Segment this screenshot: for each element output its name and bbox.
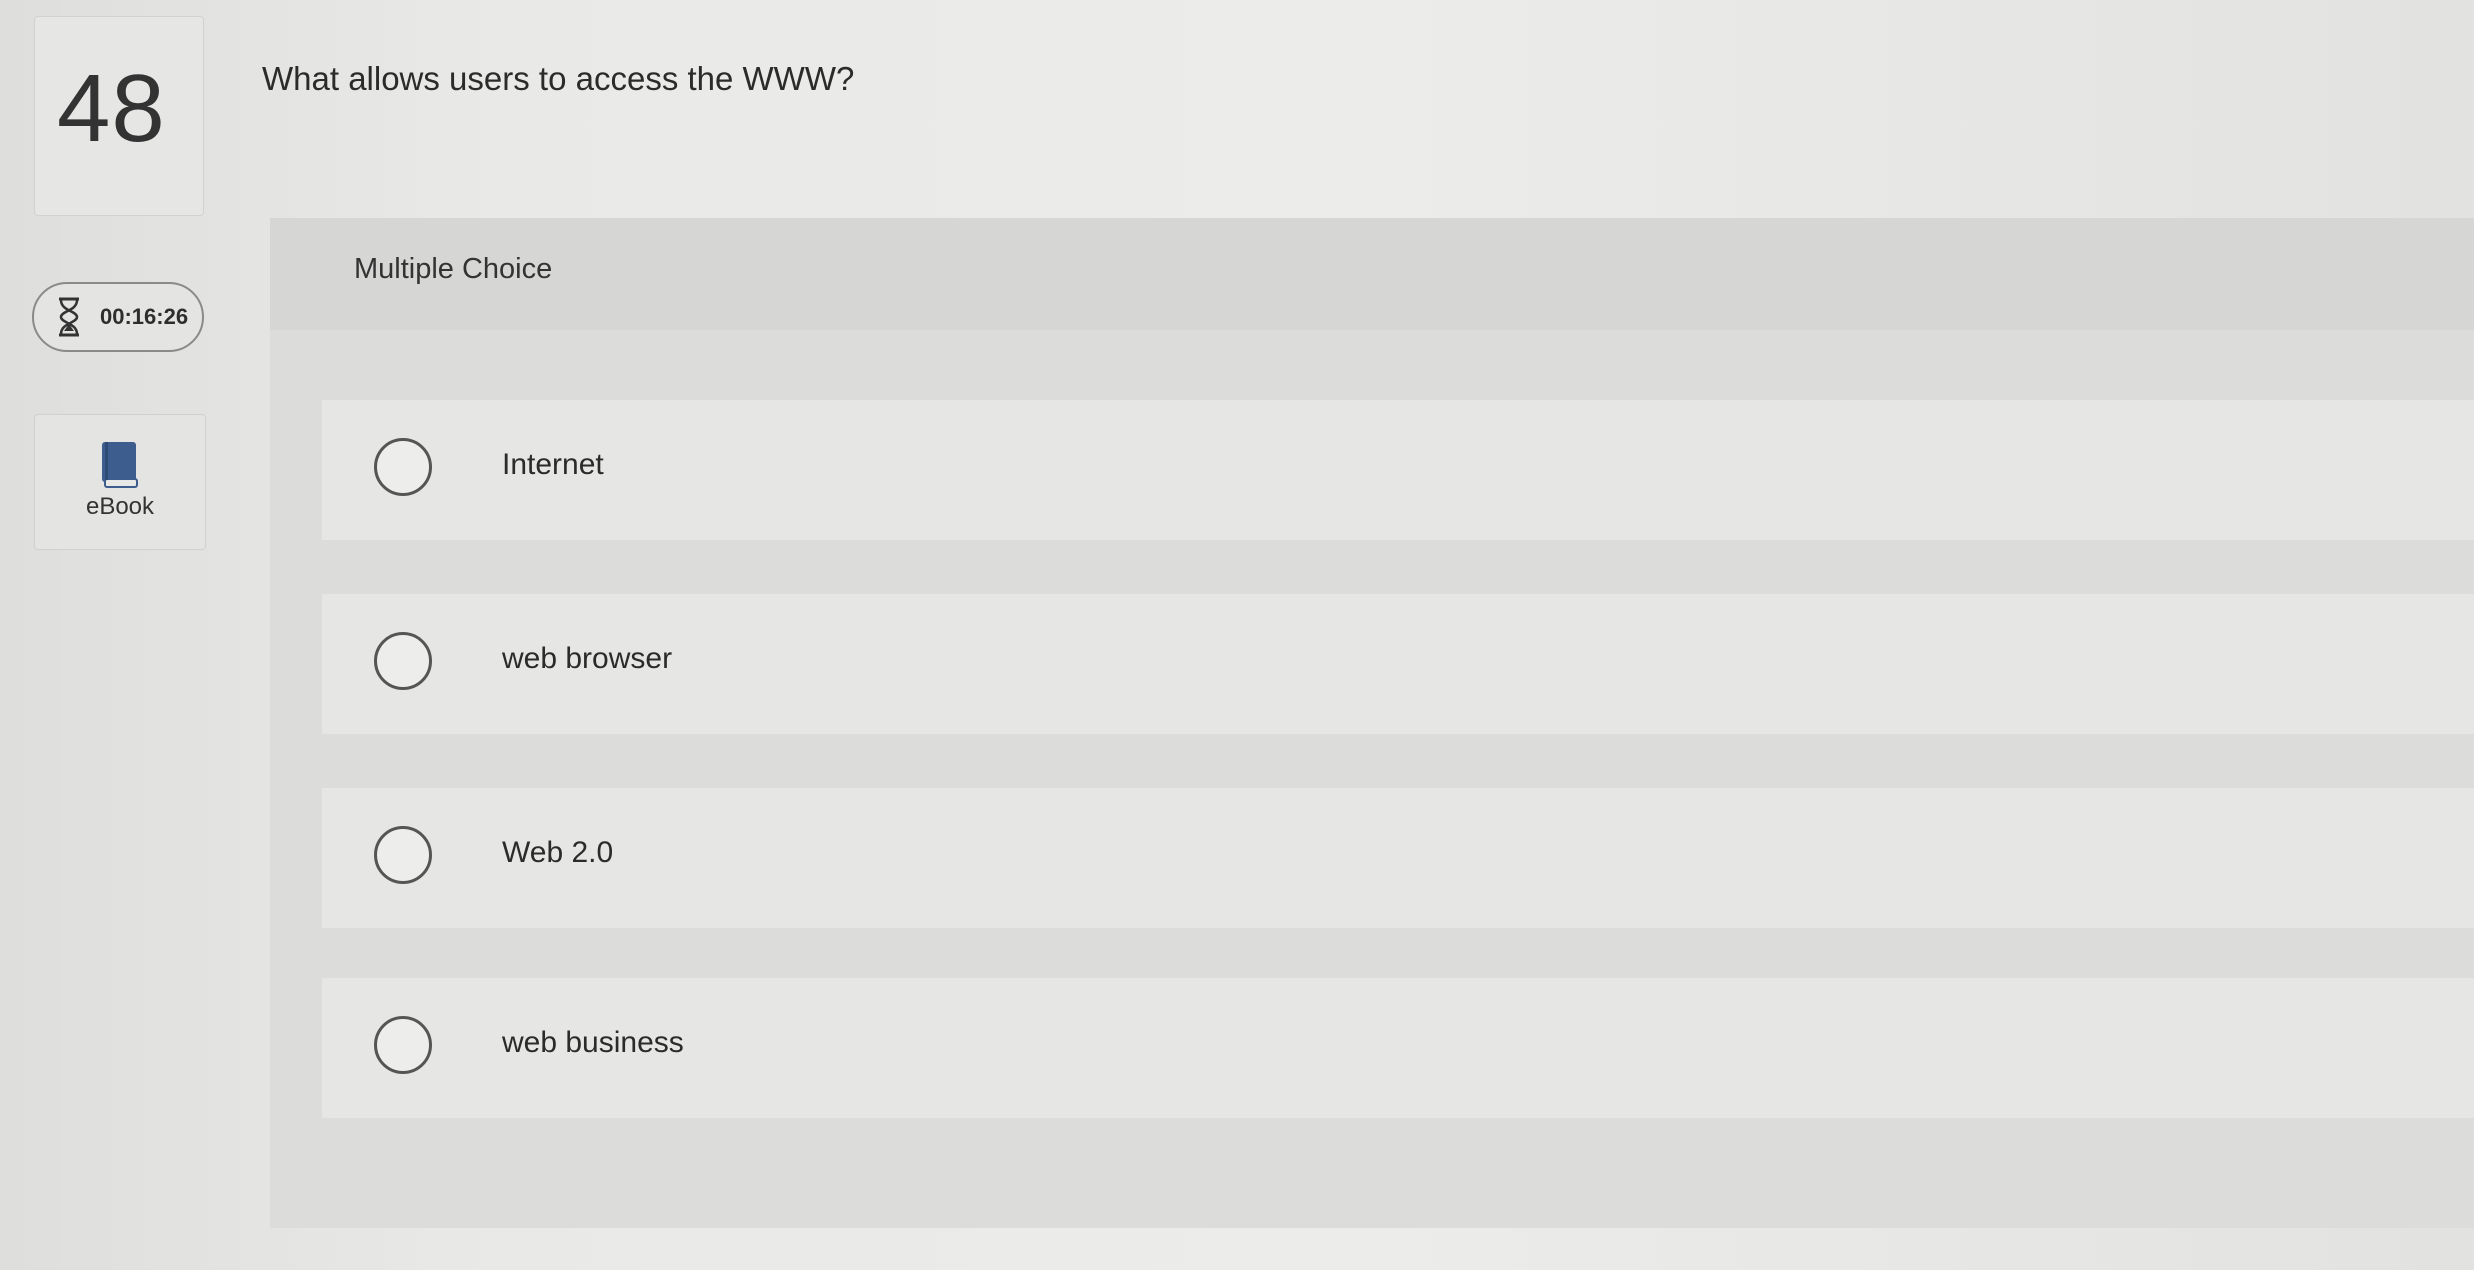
book-icon — [102, 442, 138, 488]
answer-panel: Multiple Choice Internet web browser Web… — [270, 218, 2474, 1228]
answer-option-label: web business — [502, 1026, 684, 1059]
timer-value: 00:16:26 — [100, 304, 189, 329]
answer-option[interactable]: web browser — [322, 594, 2474, 734]
answer-panel-header: Multiple Choice — [270, 218, 2474, 330]
radio-button[interactable] — [374, 632, 432, 690]
answer-option-label: Web 2.0 — [502, 836, 614, 869]
radio-button[interactable] — [374, 1016, 432, 1074]
radio-button[interactable] — [374, 826, 432, 884]
answer-option-label: Internet — [502, 448, 604, 481]
answer-option[interactable]: Web 2.0 — [322, 788, 2474, 928]
hourglass-icon — [59, 297, 79, 337]
radio-button[interactable] — [374, 438, 432, 496]
timer-badge: 00:16:26 — [32, 282, 204, 352]
ebook-label: eBook — [85, 493, 155, 520]
question-text: What allows users to access the WWW? — [262, 60, 855, 97]
ebook-button[interactable]: eBook — [34, 414, 206, 550]
answer-option[interactable]: Internet — [322, 400, 2474, 540]
question-number-box: 48 — [34, 16, 204, 216]
question-number: 48 — [57, 55, 166, 162]
answer-option-label: web browser — [502, 642, 673, 675]
answer-option[interactable]: web business — [322, 978, 2474, 1118]
question-type-label: Multiple Choice — [354, 253, 553, 285]
